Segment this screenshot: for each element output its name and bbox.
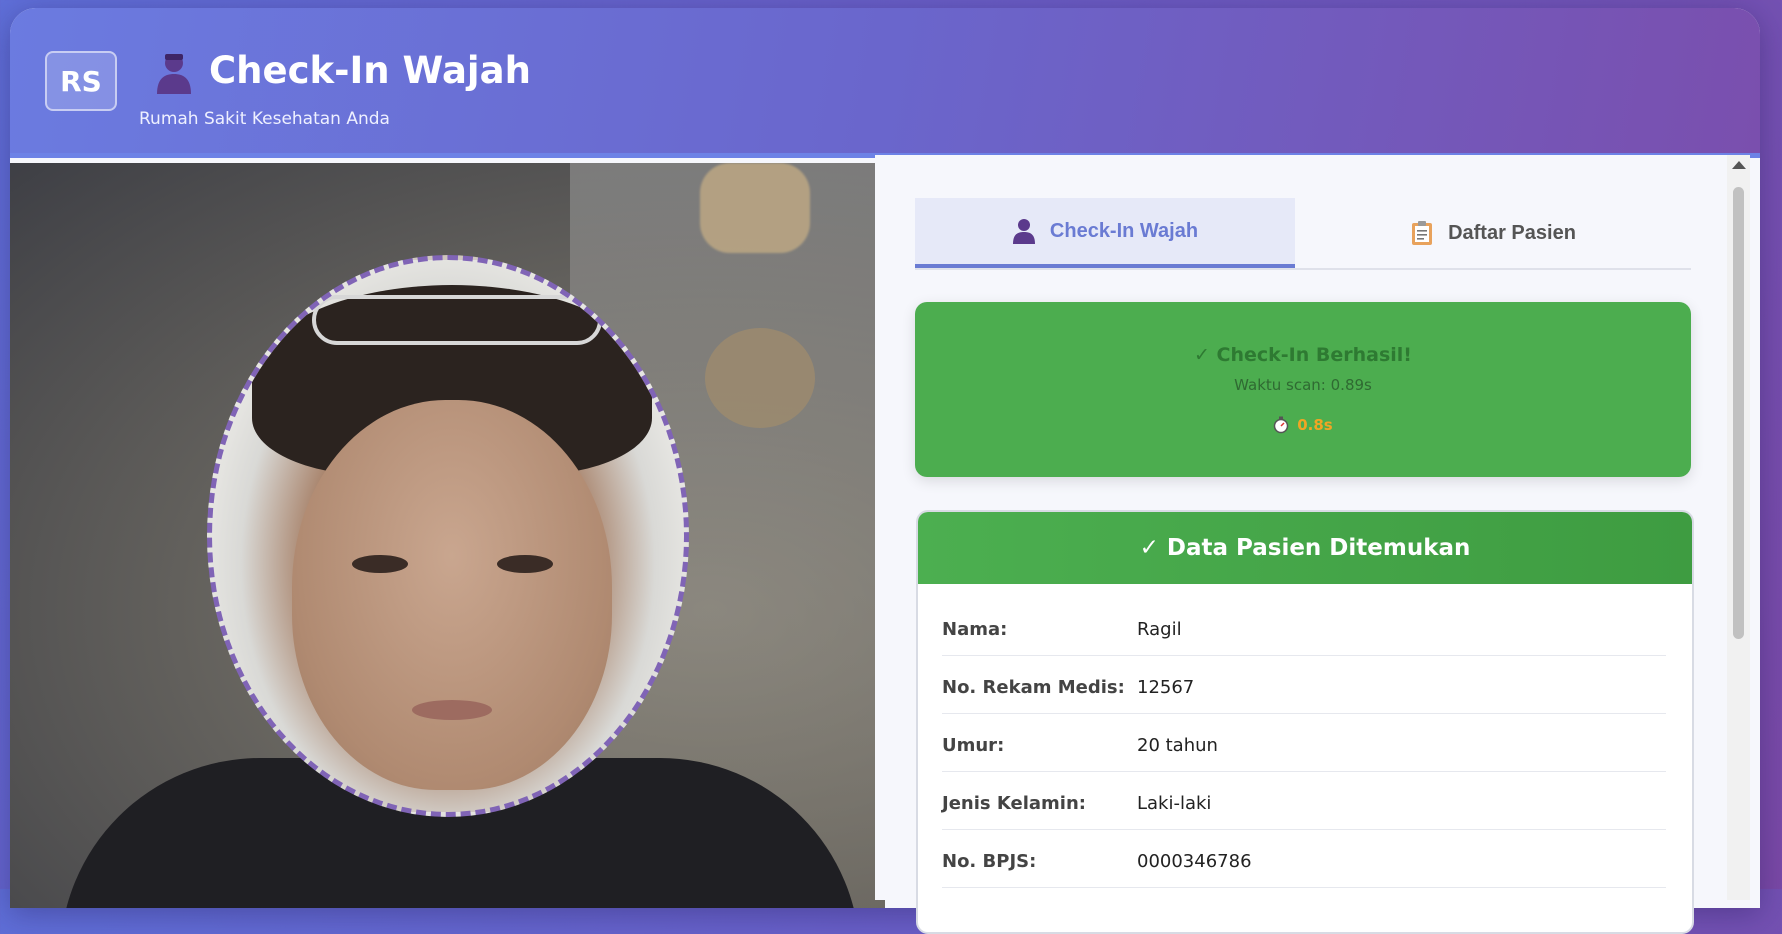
field-label: No. BPJS: xyxy=(942,851,1037,872)
tab-check-in[interactable]: Check-In Wajah xyxy=(915,198,1295,268)
field-value: 0000346786 xyxy=(1137,851,1252,872)
scroll-up-arrow-icon[interactable] xyxy=(1732,161,1746,169)
person-icon xyxy=(157,54,191,94)
patient-row-age: Umur: 20 tahun xyxy=(942,715,1666,772)
patient-row-gender: Jenis Kelamin: Laki-laki xyxy=(942,773,1666,830)
field-label: Jenis Kelamin: xyxy=(942,793,1086,814)
check-in-status-banner: ✓ Check-In Berhasil! Waktu scan: 0.89s 0… xyxy=(915,302,1691,477)
clipboard-icon xyxy=(1412,221,1433,245)
tab-bar: Check-In Wajah Daftar Pasien xyxy=(915,198,1691,270)
app-header: RS Check-In Wajah Rumah Sakit Kesehatan … xyxy=(10,8,1760,158)
camera-feed xyxy=(10,163,885,908)
patient-row-bpjs: No. BPJS: 0000346786 xyxy=(942,831,1666,888)
timer-readout: 0.8s xyxy=(915,416,1691,434)
timer-value: 0.8s xyxy=(1297,416,1333,434)
camera-subject-eye xyxy=(352,555,408,573)
field-value: Laki-laki xyxy=(1137,793,1212,814)
field-value: Ragil xyxy=(1137,619,1182,640)
camera-background-object xyxy=(705,328,815,428)
field-label: No. Rekam Medis: xyxy=(942,677,1125,698)
field-value: 20 tahun xyxy=(1137,735,1218,756)
page-subtitle: Rumah Sakit Kesehatan Anda xyxy=(139,109,390,129)
person-icon xyxy=(1012,219,1035,244)
patient-row-name: Nama: Ragil xyxy=(942,599,1666,656)
stopwatch-icon xyxy=(1273,416,1289,434)
camera-subject-glasses xyxy=(312,295,602,345)
face-guide-oval xyxy=(207,255,689,817)
tab-label: Check-In Wajah xyxy=(1049,219,1199,242)
patient-card-header: ✓ Data Pasien Ditemukan xyxy=(918,512,1692,584)
patient-row-medical-record: No. Rekam Medis: 12567 xyxy=(942,657,1666,714)
field-label: Nama: xyxy=(942,619,1008,640)
camera-subject-mouth xyxy=(412,700,492,720)
field-value: 12567 xyxy=(1137,677,1195,698)
camera-subject-face xyxy=(292,400,612,790)
patient-data-card: ✓ Data Pasien Ditemukan Nama: Ragil No. … xyxy=(916,510,1694,934)
status-title: ✓ Check-In Berhasil! xyxy=(1194,344,1412,366)
scrollbar-thumb[interactable] xyxy=(1733,187,1744,639)
right-panel: Check-In Wajah Daftar Pasien ✓ Check-In … xyxy=(875,155,1727,934)
hospital-logo: RS xyxy=(45,51,117,111)
scan-time: Waktu scan: 0.89s xyxy=(1234,376,1372,394)
page-title: Check-In Wajah xyxy=(209,49,531,92)
tab-label: Daftar Pasien xyxy=(1448,221,1576,244)
camera-background-object xyxy=(700,163,810,253)
panel-scrollbar[interactable] xyxy=(1727,155,1750,900)
field-label: Umur: xyxy=(942,735,1005,756)
camera-subject-eye xyxy=(497,555,553,573)
tab-patient-list[interactable]: Daftar Pasien xyxy=(1295,198,1691,268)
